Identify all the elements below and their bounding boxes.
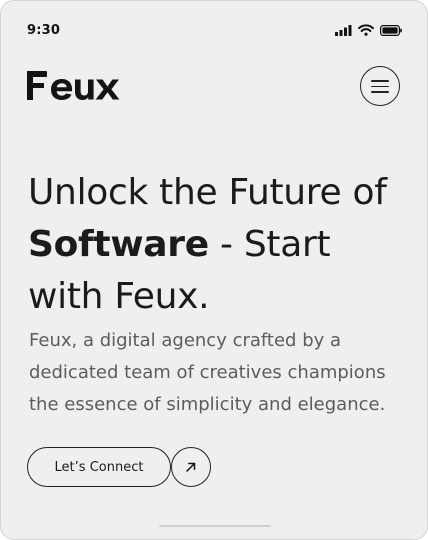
phone-screen: 9:30 Unlock the Future of Software - Sta… xyxy=(0,0,428,540)
headline-part1: Unlock the Future of xyxy=(28,172,387,213)
lets-connect-button[interactable]: Let’s Connect xyxy=(27,447,171,487)
arrow-button[interactable] xyxy=(171,447,211,487)
hamburger-menu-icon xyxy=(371,80,389,82)
wifi-icon xyxy=(358,24,374,36)
home-indicator xyxy=(159,525,271,527)
battery-icon xyxy=(380,24,402,36)
hero-description: Feux, a digital agency crafted by a dedi… xyxy=(29,330,386,415)
status-icons xyxy=(335,24,402,36)
feux-logo-mark xyxy=(27,71,120,100)
menu-button[interactable] xyxy=(360,66,400,106)
status-bar: 9:30 xyxy=(1,1,427,63)
hero-headline: Unlock the Future of Software - Start wit… xyxy=(28,167,408,323)
status-time: 9:30 xyxy=(27,23,61,38)
feux-logo[interactable] xyxy=(27,67,127,105)
signal-icon xyxy=(335,24,352,36)
headline-bold: Software xyxy=(28,224,209,265)
arrow-up-right-icon xyxy=(186,462,196,472)
